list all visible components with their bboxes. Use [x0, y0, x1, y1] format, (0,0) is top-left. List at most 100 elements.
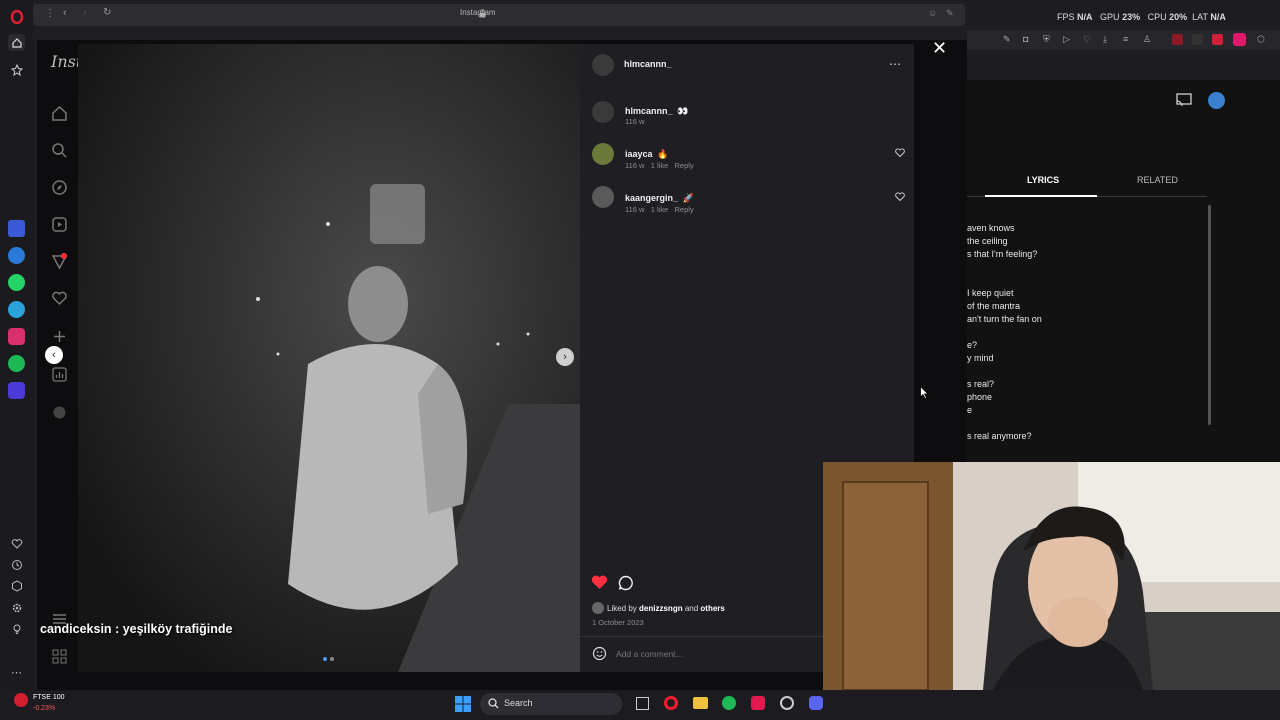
comment-icon[interactable]	[618, 575, 634, 591]
post-date: 1 October 2023	[592, 618, 644, 627]
nav-explore-icon[interactable]	[51, 179, 68, 196]
caption-author[interactable]: hlmcannn_	[625, 106, 673, 116]
chat-text: : yeşilköy trafiğinde	[115, 622, 233, 636]
favorites-icon[interactable]: ♡	[1083, 34, 1091, 45]
like-heart-icon[interactable]	[591, 575, 608, 590]
more-icon[interactable]: ⋯	[8, 664, 25, 681]
extension-icon[interactable]	[1192, 34, 1203, 45]
settings-icon[interactable]	[8, 599, 25, 616]
opera-logo-icon[interactable]	[8, 8, 25, 25]
ticker-name[interactable]: FTSE 100	[33, 694, 65, 701]
camera-icon[interactable]: ◘	[1023, 34, 1028, 44]
add-comment-input[interactable]	[616, 647, 816, 661]
comment-like-icon[interactable]	[895, 192, 905, 201]
app-taskbar-icon[interactable]	[751, 696, 765, 710]
liked-by-and: and	[684, 604, 699, 613]
spotify-icon[interactable]	[8, 355, 25, 372]
extensions-bar: ✎ ◘ ⛨ ▷ ♡ ⤓ ≡ ♙ ⬡	[967, 30, 1280, 50]
fps-label: FPS	[1057, 12, 1075, 22]
comment-reply-button[interactable]: Reply	[675, 161, 694, 170]
nav-profile-avatar[interactable]	[51, 404, 68, 421]
menu-dots-icon[interactable]: ⋮	[45, 8, 55, 19]
heart-icon[interactable]	[8, 535, 25, 552]
discord-taskbar-icon[interactable]	[809, 696, 823, 710]
taskbar-search[interactable]: Search	[480, 693, 622, 715]
lyric-line: e?	[967, 340, 978, 350]
nav-home-icon[interactable]	[51, 105, 68, 122]
whatsapp-icon[interactable]	[8, 274, 25, 291]
post-author[interactable]: hlmcannn_	[624, 59, 672, 69]
nav-reels-icon[interactable]	[51, 216, 68, 233]
liked-by-user[interactable]: denizzsngn	[639, 604, 683, 613]
emoji-icon[interactable]: ☺	[928, 8, 937, 18]
tab-related[interactable]: RELATED	[1137, 175, 1178, 185]
player-icon[interactable]	[8, 382, 25, 399]
nav-search-icon[interactable]	[51, 142, 68, 159]
nav-also-from-meta-icon[interactable]	[51, 648, 68, 665]
comment-user[interactable]: kaangergin_	[625, 193, 678, 203]
extension-icon[interactable]	[1233, 33, 1246, 46]
post-photo[interactable]	[78, 44, 580, 672]
history-icon[interactable]	[8, 556, 25, 573]
windows-start-icon[interactable]	[455, 696, 471, 712]
author-avatar[interactable]	[592, 54, 614, 76]
extension-icon[interactable]	[1212, 34, 1223, 45]
liked-by-others[interactable]: others	[700, 604, 724, 613]
tab-lyrics[interactable]: LYRICS	[1027, 175, 1059, 185]
more-options-icon[interactable]: ⋯	[889, 57, 901, 71]
lyrics-scrollbar[interactable]	[1208, 205, 1211, 425]
cube-icon[interactable]	[8, 577, 25, 594]
file-explorer-icon[interactable]	[693, 697, 708, 709]
caption-avatar[interactable]	[592, 101, 614, 123]
download-icon[interactable]: ⤓	[1103, 34, 1107, 45]
opera-taskbar-icon[interactable]	[664, 696, 678, 710]
stock-ticker-icon[interactable]	[14, 693, 28, 707]
close-icon[interactable]: ✕	[932, 38, 947, 59]
extensions-cube-icon[interactable]: ⬡	[1257, 34, 1265, 45]
address-bar[interactable]: ⋮ ‹ › ↻ ☺ ✎	[33, 4, 965, 26]
emoji-picker-icon[interactable]	[592, 646, 607, 661]
edit-icon[interactable]: ✎	[1003, 34, 1011, 45]
list-icon[interactable]: ≡	[1123, 34, 1128, 44]
telegram-icon[interactable]	[8, 301, 25, 318]
cast-icon[interactable]	[1176, 93, 1192, 107]
back-icon[interactable]: ‹	[63, 7, 67, 19]
comment-user[interactable]: iaayca	[625, 149, 653, 159]
comment-reply-button[interactable]: Reply	[675, 205, 694, 214]
extension-icon[interactable]	[1172, 34, 1183, 45]
liker-avatar	[592, 602, 604, 614]
settings-taskbar-icon[interactable]	[780, 696, 794, 710]
comment-avatar[interactable]	[592, 143, 614, 165]
cpu-label: CPU	[1147, 12, 1167, 22]
messenger-icon[interactable]	[8, 247, 25, 264]
home-icon[interactable]	[8, 34, 25, 51]
next-image-button[interactable]: ›	[556, 348, 574, 366]
lightbulb-icon[interactable]	[8, 620, 25, 637]
lyric-line: s real?	[967, 379, 995, 389]
nav-dashboard-icon[interactable]	[51, 366, 68, 383]
nav-notifications-icon[interactable]	[51, 290, 68, 307]
pin-icon[interactable]: ✎	[946, 8, 954, 19]
shield-icon[interactable]: ⛨	[1043, 34, 1050, 45]
opera-sidebar: ⋯	[0, 0, 33, 690]
comment-likes[interactable]: 1 like	[651, 161, 669, 170]
account-icon[interactable]: ♙	[1143, 34, 1151, 45]
reload-icon[interactable]: ↻	[103, 7, 111, 18]
task-view-icon[interactable]	[636, 697, 649, 710]
url-text[interactable]: Instagram	[460, 8, 496, 17]
comment-avatar[interactable]	[592, 186, 614, 208]
play-icon[interactable]: ▷	[1063, 34, 1070, 45]
caption-time: 116 w	[625, 117, 645, 126]
nav-create-icon[interactable]	[51, 328, 68, 345]
forward-icon[interactable]: ›	[83, 7, 87, 19]
app-icon-aria[interactable]	[8, 220, 25, 237]
instagram-icon[interactable]	[8, 328, 25, 345]
previous-post-button[interactable]: ‹	[45, 346, 63, 364]
nav-messages-icon[interactable]	[51, 253, 68, 270]
comment-likes[interactable]: 1 like	[651, 205, 669, 214]
spotify-taskbar-icon[interactable]	[722, 696, 736, 710]
active-tab-indicator	[985, 195, 1097, 197]
comment-like-icon[interactable]	[895, 148, 905, 157]
user-avatar[interactable]	[1208, 92, 1225, 109]
star-icon[interactable]	[8, 61, 25, 78]
